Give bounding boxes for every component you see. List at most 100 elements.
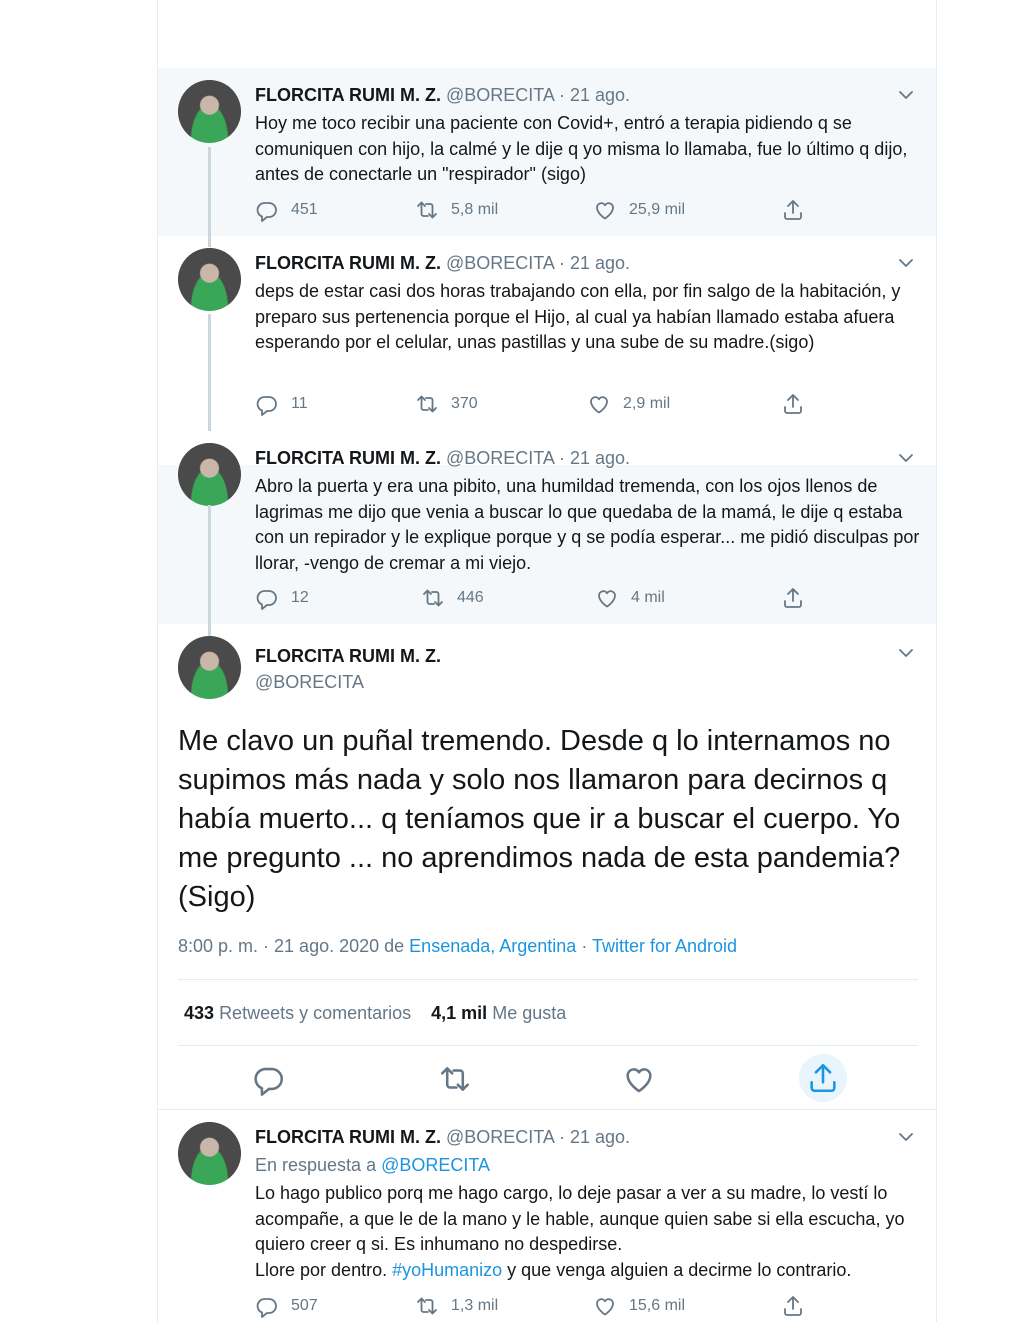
retweets-label: Retweets y comentarios bbox=[219, 1003, 412, 1023]
retweet-button[interactable]: 5,8 mil bbox=[415, 198, 498, 222]
author-handle[interactable]: @BORECITA bbox=[446, 1127, 554, 1147]
in-reply-handle-link[interactable]: @BORECITA bbox=[381, 1155, 490, 1175]
share-button[interactable] bbox=[781, 392, 817, 416]
share-button[interactable] bbox=[781, 198, 817, 222]
like-button[interactable]: 25,9 mil bbox=[593, 198, 685, 222]
avatar[interactable] bbox=[178, 248, 241, 311]
thread-tweet[interactable]: FLORCITA RUMI M. Z. @BORECITA · 21 ago. … bbox=[158, 68, 936, 236]
retweets-count: 433 bbox=[184, 1003, 215, 1023]
chevron-down-icon[interactable] bbox=[896, 85, 916, 105]
main-tweet-text: Me clavo un puñal tremendo. Desde q lo i… bbox=[178, 725, 901, 913]
separator: · bbox=[558, 85, 565, 105]
reply-button[interactable]: 11 bbox=[255, 392, 308, 416]
share-icon bbox=[784, 200, 802, 220]
retweet-icon bbox=[417, 395, 437, 413]
tweet-date[interactable]: 21 ago. bbox=[570, 253, 630, 273]
retweet-icon bbox=[417, 201, 437, 219]
like-count: 15,6 mil bbox=[629, 1297, 686, 1314]
avatar[interactable] bbox=[178, 80, 241, 143]
thread-line bbox=[208, 314, 211, 442]
timeline-column: FLORCITA RUMI M. Z. @BORECITA · 21 ago. … bbox=[157, 0, 937, 1322]
chevron-down-icon[interactable] bbox=[896, 1127, 916, 1147]
share-button[interactable] bbox=[781, 586, 817, 610]
tweet-text: deps de estar casi dos horas trabajando … bbox=[255, 281, 901, 352]
tweet-text-part: Lo hago publico porq me hago cargo, lo d… bbox=[255, 1183, 905, 1254]
like-button[interactable]: 2,9 mil bbox=[587, 392, 670, 416]
heart-icon bbox=[596, 1298, 614, 1316]
thread-line bbox=[208, 505, 211, 636]
reply-icon bbox=[256, 1298, 277, 1318]
tweet-actions: 12 446 4 mil bbox=[255, 586, 855, 612]
main-tweet: FLORCITA RUMI M. Z. @BORECITA Me clavo u… bbox=[158, 624, 936, 1109]
author-handle[interactable]: @BORECITA bbox=[446, 253, 554, 273]
reply-icon bbox=[256, 202, 277, 222]
retweet-count: 1,3 mil bbox=[451, 1297, 499, 1314]
share-button[interactable] bbox=[781, 1294, 817, 1318]
avatar[interactable] bbox=[178, 1122, 241, 1185]
engagement-stats: 433 Retweets y comentarios 4,1 mil Me gu… bbox=[184, 1003, 566, 1024]
retweet-button[interactable]: 370 bbox=[415, 392, 478, 416]
location-link[interactable]: Ensenada, Argentina bbox=[409, 936, 576, 956]
author-handle[interactable]: @BORECITA bbox=[446, 448, 554, 468]
chevron-down-icon[interactable] bbox=[896, 253, 916, 273]
avatar[interactable] bbox=[178, 636, 241, 699]
tweet-text: Abro la puerta y era una pibito, una hum… bbox=[255, 476, 920, 573]
thread-line bbox=[208, 147, 211, 247]
divider bbox=[178, 979, 918, 980]
likes-label: Me gusta bbox=[492, 1003, 567, 1023]
like-button[interactable]: 4 mil bbox=[595, 586, 665, 610]
retweet-count: 5,8 mil bbox=[451, 201, 499, 218]
retweet-button[interactable]: 1,3 mil bbox=[415, 1294, 498, 1318]
retweet-count: 446 bbox=[457, 589, 484, 606]
avatar[interactable] bbox=[178, 443, 241, 506]
reply-icon[interactable] bbox=[252, 1062, 286, 1096]
tweet-date[interactable]: 21 ago. bbox=[570, 1127, 630, 1147]
retweet-count: 370 bbox=[451, 395, 478, 412]
heart-icon[interactable] bbox=[622, 1062, 656, 1096]
thread-tweet[interactable]: FLORCITA RUMI M. Z. @BORECITA · 21 ago. … bbox=[158, 236, 936, 431]
retweet-icon[interactable] bbox=[438, 1062, 472, 1096]
share-icon[interactable] bbox=[806, 1061, 840, 1095]
author-name[interactable]: FLORCITA RUMI M. Z. bbox=[255, 1127, 441, 1147]
retweets-stat[interactable]: 433 Retweets y comentarios bbox=[184, 1003, 411, 1023]
tweet-header: FLORCITA RUMI M. Z. @BORECITA · 21 ago. bbox=[255, 85, 630, 106]
author-name[interactable]: FLORCITA RUMI M. Z. bbox=[255, 253, 441, 273]
chevron-down-icon[interactable] bbox=[896, 448, 916, 468]
source-link[interactable]: Twitter for Android bbox=[592, 936, 737, 956]
share-icon bbox=[784, 588, 802, 608]
tweet-date[interactable]: 21 ago. bbox=[570, 85, 630, 105]
author-name[interactable]: FLORCITA RUMI M. Z. bbox=[255, 85, 441, 105]
separator: · bbox=[558, 1127, 565, 1147]
author-name[interactable]: FLORCITA RUMI M. Z. bbox=[255, 646, 441, 667]
share-icon bbox=[784, 1296, 802, 1316]
tweet-text-part: y que venga alguien a decirme lo contrar… bbox=[502, 1259, 852, 1280]
tweet-timestamp: 8:00 p. m. · 21 ago. 2020 de Ensenada, A… bbox=[178, 936, 737, 957]
tweet-date[interactable]: 21 ago. bbox=[570, 448, 630, 468]
time[interactable]: 8:00 p. m. · 21 ago. 2020 de bbox=[178, 936, 409, 956]
reply-button[interactable]: 451 bbox=[255, 198, 318, 222]
retweet-button[interactable]: 446 bbox=[421, 586, 484, 610]
reply-tweet[interactable]: FLORCITA RUMI M. Z. @BORECITA · 21 ago. … bbox=[158, 1110, 936, 1322]
divider bbox=[178, 1045, 918, 1046]
reply-icon bbox=[256, 396, 277, 416]
reply-button[interactable]: 507 bbox=[255, 1294, 318, 1318]
reply-button[interactable]: 12 bbox=[255, 586, 309, 610]
author-handle[interactable]: @BORECITA bbox=[255, 672, 364, 693]
heart-icon bbox=[596, 202, 614, 220]
chevron-down-icon[interactable] bbox=[896, 643, 916, 663]
in-reply-prefix: En respuesta a bbox=[255, 1155, 382, 1175]
tweet-text: Hoy me toco recibir una paciente con Cov… bbox=[255, 113, 908, 184]
likes-count: 4,1 mil bbox=[431, 1003, 488, 1023]
likes-stat[interactable]: 4,1 mil Me gusta bbox=[431, 1003, 566, 1023]
author-handle[interactable]: @BORECITA bbox=[446, 85, 554, 105]
thread-tweet[interactable]: FLORCITA RUMI M. Z. @BORECITA · 21 ago. … bbox=[158, 431, 936, 624]
separator: · bbox=[558, 253, 565, 273]
tweet-text-part: Llore por dentro. bbox=[255, 1259, 393, 1280]
like-button[interactable]: 15,6 mil bbox=[593, 1294, 685, 1318]
like-count: 25,9 mil bbox=[629, 201, 686, 218]
tweet-header: FLORCITA RUMI M. Z. @BORECITA · 21 ago. bbox=[255, 1127, 630, 1148]
hashtag-link[interactable]: #yoHumanizo bbox=[392, 1260, 502, 1280]
author-name[interactable]: FLORCITA RUMI M. Z. bbox=[255, 448, 441, 468]
heart-icon bbox=[598, 590, 616, 608]
retweet-icon bbox=[417, 1297, 437, 1315]
